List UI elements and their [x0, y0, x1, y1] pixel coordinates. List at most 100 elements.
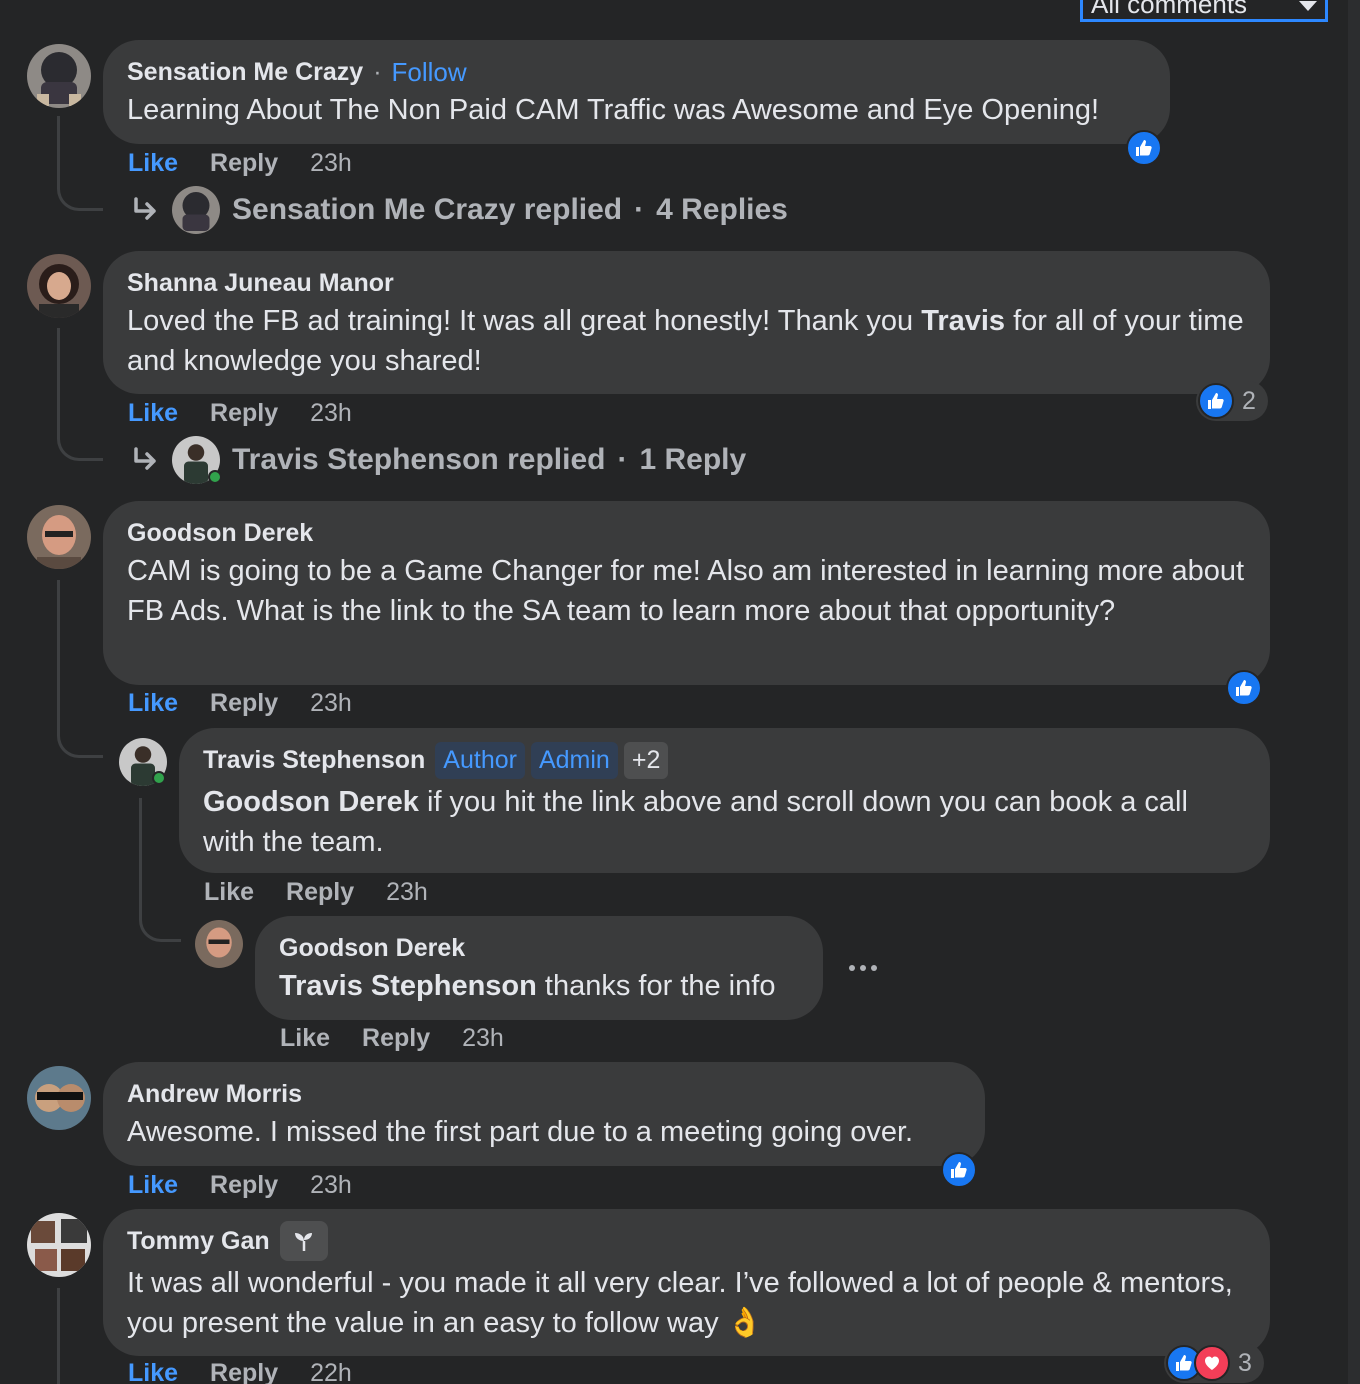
follow-link[interactable]: Follow [392, 57, 467, 88]
comment-timestamp[interactable]: 23h [386, 878, 428, 907]
comment-text: Loved the FB ad training! It was all gre… [127, 301, 1246, 381]
like-button[interactable]: Like [128, 399, 178, 428]
comment-actions: Like Reply 22h [128, 1359, 352, 1384]
comment-actions: Like Reply 23h [128, 689, 352, 718]
avatar [172, 436, 222, 484]
reply-arrow-icon [134, 197, 156, 220]
mention-link[interactable]: Travis Stephenson [279, 970, 537, 1002]
comment-author-name[interactable]: Andrew Morris [127, 1080, 302, 1109]
thread-connector [57, 700, 103, 758]
thread-connector [57, 580, 60, 720]
comment-author-name[interactable]: Sensation Me Crazy [127, 58, 363, 87]
avatar[interactable] [27, 1066, 91, 1130]
thumbs-up-icon [1126, 130, 1162, 166]
comment-author-row: Travis Stephenson Author Admin +2 [203, 741, 1246, 779]
comment-timestamp[interactable]: 23h [310, 1171, 352, 1200]
like-button[interactable]: Like [128, 1359, 178, 1384]
like-button[interactable]: Like [280, 1024, 330, 1053]
reply-button[interactable]: Reply [210, 689, 278, 718]
mention-link[interactable]: Goodson Derek [203, 786, 419, 818]
online-status-dot [208, 470, 222, 484]
comment-author-row: Goodson Derek [127, 515, 1246, 551]
comment-actions: Like Reply 23h [128, 149, 352, 178]
comment-text: Learning About The Non Paid CAM Traffic … [127, 94, 1100, 126]
reaction-summary[interactable]: 3 [1164, 1343, 1264, 1383]
comment-text: Travis Stephenson thanks for the info [279, 966, 799, 1006]
comment-sort-label: All comments [1091, 0, 1248, 19]
comment-text-part: Loved the FB ad training! It was all gre… [127, 305, 922, 337]
comment-author-row: Shanna Juneau Manor [127, 265, 1246, 301]
comment-author-row: Andrew Morris [127, 1076, 961, 1112]
comment-author-name[interactable]: Travis Stephenson [203, 746, 425, 775]
comment-author-name[interactable]: Goodson Derek [279, 934, 465, 963]
comment-timestamp[interactable]: 22h [310, 1359, 352, 1384]
more-options-icon[interactable] [849, 965, 877, 971]
scrollbar-track[interactable] [1348, 0, 1360, 1384]
avatar[interactable] [27, 44, 91, 108]
reply-button[interactable]: Reply [286, 878, 354, 907]
seedling-icon[interactable] [279, 1221, 328, 1261]
thumbs-up-icon [941, 1152, 977, 1188]
thread-connector [57, 116, 103, 211]
thread-connector [139, 900, 181, 942]
comment-author-row: Tommy Gan [127, 1221, 1246, 1261]
comment-actions: Like Reply 23h [128, 1171, 352, 1200]
reaction-summary[interactable] [939, 1150, 979, 1190]
author-badge[interactable]: Author [435, 741, 525, 779]
comment-timestamp[interactable]: 23h [310, 689, 352, 718]
like-button[interactable]: Like [128, 689, 178, 718]
comment-actions: Like Reply 23h [128, 399, 352, 428]
comment-text: CAM is going to be a Game Changer for me… [127, 555, 1245, 627]
thumbs-up-icon [1226, 670, 1262, 706]
separator-dot: · [617, 443, 628, 476]
comment-author-row: Sensation Me Crazy · Follow [127, 54, 1146, 90]
like-button[interactable]: Like [128, 1171, 178, 1200]
comment-bubble: Shanna Juneau Manor Loved the FB ad trai… [103, 251, 1270, 394]
reply-button[interactable]: Reply [210, 1171, 278, 1200]
reply-button[interactable]: Reply [210, 399, 278, 428]
reaction-count: 3 [1238, 1348, 1252, 1377]
comment-author-name[interactable]: Goodson Derek [127, 519, 313, 548]
reply-button[interactable]: Reply [210, 1359, 278, 1384]
reply-button[interactable]: Reply [210, 149, 278, 178]
comment-bubble: Tommy Gan It was all wonderful - you mad… [103, 1209, 1270, 1356]
comment-timestamp[interactable]: 23h [310, 399, 352, 428]
like-button[interactable]: Like [204, 878, 254, 907]
replies-count: 1 Reply [639, 443, 747, 476]
comment-sort-dropdown[interactable]: All comments [1080, 0, 1328, 22]
replies-author: Travis Stephenson replied [232, 443, 606, 476]
comment-author-row: Goodson Derek [279, 930, 799, 966]
comment-bubble: Goodson Derek CAM is going to be a Game … [103, 501, 1270, 685]
more-badges[interactable]: +2 [623, 741, 669, 779]
comment-timestamp[interactable]: 23h [310, 149, 352, 178]
view-replies-link[interactable]: Travis Stephenson replied · 1 Reply [128, 436, 746, 484]
view-replies-link[interactable]: Sensation Me Crazy replied · 4 Replies [128, 186, 788, 234]
heart-icon [1194, 1345, 1230, 1381]
avatar [172, 186, 220, 234]
caret-down-icon [1299, 1, 1317, 11]
comment-text: Goodson Derek if you hit the link above … [203, 782, 1246, 862]
online-status-dot [152, 771, 166, 785]
reaction-summary[interactable]: 2 [1196, 381, 1268, 421]
comment-bubble: Sensation Me Crazy · Follow Learning Abo… [103, 40, 1170, 144]
avatar[interactable] [195, 920, 243, 968]
mention-link[interactable]: Travis [921, 305, 1005, 337]
reaction-summary[interactable] [1224, 668, 1264, 708]
like-button[interactable]: Like [128, 149, 178, 178]
comment-text-part: thanks for the info [536, 970, 776, 1002]
comment-timestamp[interactable]: 23h [462, 1024, 504, 1053]
comment-bubble: Andrew Morris Awesome. I missed the firs… [103, 1062, 985, 1166]
reaction-count: 2 [1242, 386, 1256, 415]
separator-dot: · [373, 57, 382, 86]
reply-bubble: Travis Stephenson Author Admin +2 Goodso… [179, 728, 1270, 873]
avatar[interactable] [27, 505, 91, 569]
avatar[interactable] [27, 254, 91, 318]
reaction-summary[interactable] [1124, 128, 1164, 168]
replies-count: 4 Replies [656, 193, 788, 226]
comment-author-name[interactable]: Shanna Juneau Manor [127, 269, 394, 298]
reply-button[interactable]: Reply [362, 1024, 430, 1053]
avatar[interactable] [27, 1213, 91, 1277]
thread-connector [57, 328, 103, 461]
comment-author-name[interactable]: Tommy Gan [127, 1227, 270, 1256]
admin-badge[interactable]: Admin [530, 741, 618, 779]
